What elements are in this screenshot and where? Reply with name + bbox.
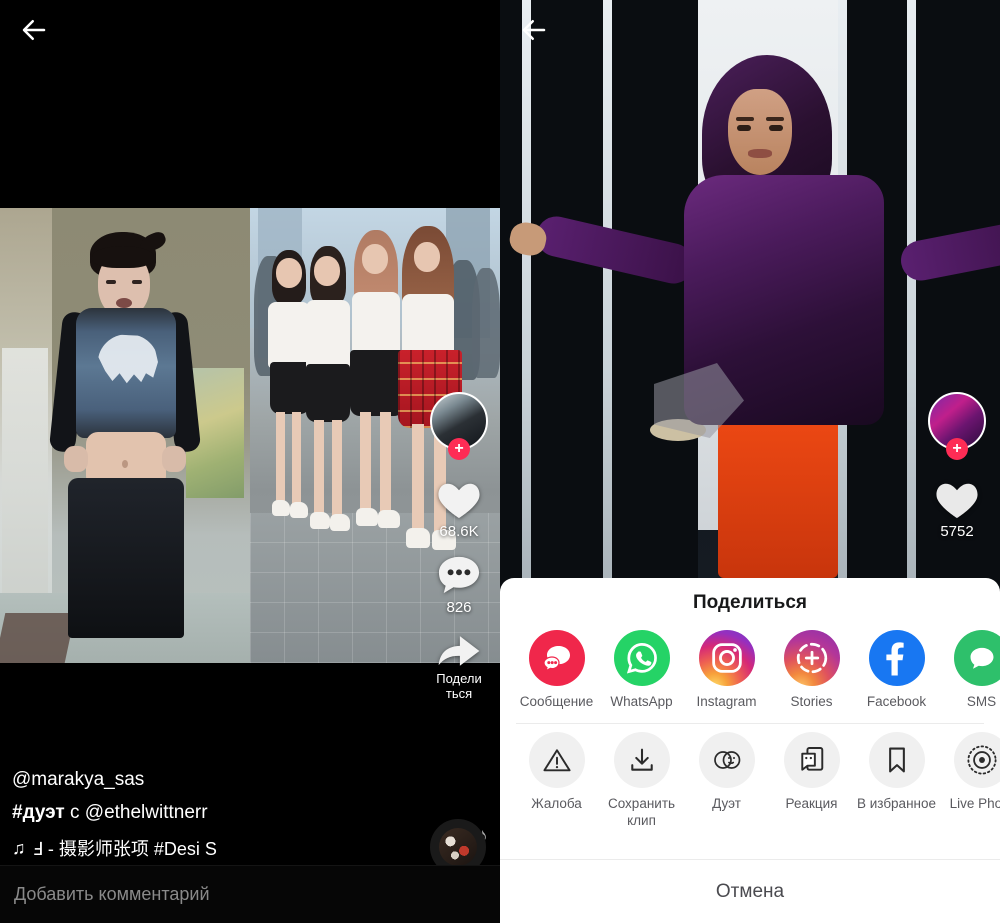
avatar[interactable]: +	[430, 392, 488, 460]
heart-icon	[936, 483, 978, 519]
follow-plus-button[interactable]: +	[448, 438, 470, 460]
share-target-label: Instagram	[696, 694, 757, 709]
action-label: Дуэт	[712, 795, 741, 811]
heart-icon	[438, 483, 480, 519]
share-target-sms[interactable]: SMS	[939, 630, 1000, 711]
music-title: Ⅎ - 摄影师张项 #Desi S	[32, 839, 217, 859]
music-note-icon: ♫	[12, 837, 26, 858]
back-arrow-icon[interactable]	[14, 10, 54, 50]
action-live-photo[interactable]: Live Photo	[939, 731, 1000, 813]
action-label: Жалоба	[531, 795, 582, 811]
whatsapp-icon	[613, 630, 670, 686]
action-label: Сохранить клип	[607, 795, 676, 828]
share-actions-row: Жалоба Сохранить клип Дуэт Реакция В изб…	[500, 724, 1000, 840]
action-duet[interactable]: Дуэт	[684, 731, 769, 813]
like-count: 5752	[940, 523, 974, 540]
share-sheet-title: Поделиться	[692, 592, 808, 613]
share-target-facebook[interactable]: Facebook	[854, 630, 939, 711]
caption-text: #дуэт с @ethelwittnerr	[12, 802, 392, 824]
caption-block: @marakya_sas #дуэт с @ethelwittnerr ♫ Ⅎ …	[12, 769, 392, 861]
cancel-button[interactable]: Отмена	[500, 859, 1000, 923]
download-icon	[613, 731, 670, 788]
action-label: В избранное	[856, 795, 936, 811]
comment-count: 826	[446, 599, 472, 616]
share-button[interactable]: Подели ться	[436, 630, 482, 701]
duet-circles-icon	[698, 731, 755, 788]
share-target-label: SMS	[966, 694, 997, 709]
share-target-stories[interactable]: Stories	[769, 630, 854, 711]
caption-music-row[interactable]: ♫ Ⅎ - 摄影师张项 #Desi S	[12, 835, 392, 861]
share-label-line1: Подели	[436, 671, 482, 686]
caption-hashtag-rest[interactable]: с @ethelwittnerr	[65, 802, 208, 823]
share-target-label: Facebook	[866, 694, 927, 709]
dual-screenshot: + 68.6K 826 Подели ться @marakya_sas #ду…	[0, 0, 1000, 923]
share-target-label: WhatsApp	[610, 694, 673, 709]
warning-triangle-icon	[528, 731, 585, 788]
share-target-instagram[interactable]: Instagram	[684, 630, 769, 711]
instagram-icon	[698, 630, 755, 686]
sms-bubble-icon	[953, 630, 1000, 686]
share-target-label: Stories	[790, 694, 833, 709]
share-bottom-sheet: Поделиться Сообщение WhatsApp Instagram …	[500, 578, 1000, 923]
action-reaction[interactable]: Реакция	[769, 731, 854, 813]
comment-input-placeholder: Добавить комментарий	[14, 884, 210, 904]
back-arrow-icon[interactable]	[514, 10, 554, 50]
like-count: 68.6K	[439, 523, 479, 540]
facebook-icon	[868, 630, 925, 686]
share-target-message[interactable]: Сообщение	[514, 630, 599, 711]
left-action-rail: + 68.6K 826 Подели ться	[428, 392, 490, 715]
caption-username[interactable]: @marakya_sas	[12, 769, 392, 791]
action-report[interactable]: Жалоба	[514, 731, 599, 813]
message-bubble-icon	[528, 630, 585, 686]
comment-input-bar[interactable]: Добавить комментарий	[0, 865, 500, 923]
share-arrow-icon	[438, 636, 480, 666]
follow-plus-button[interactable]: +	[946, 438, 968, 460]
stories-plus-icon	[783, 630, 840, 686]
comment-icon	[438, 556, 480, 594]
action-label: Live Photo	[949, 795, 1000, 811]
duet-left-clip	[0, 208, 250, 663]
right-video-panel: AY	[500, 0, 1000, 923]
like-button[interactable]: 68.6K	[436, 478, 482, 540]
caption-hashtag[interactable]: #дуэт	[12, 802, 65, 823]
like-button[interactable]: 5752	[934, 478, 980, 540]
live-photo-icon	[953, 731, 1000, 788]
right-action-rail: + 5752	[926, 392, 988, 554]
action-save-clip[interactable]: Сохранить клип	[599, 731, 684, 830]
reaction-icon	[783, 731, 840, 788]
share-apps-row: Сообщение WhatsApp Instagram Stories Fac…	[500, 620, 1000, 721]
share-target-whatsapp[interactable]: WhatsApp	[599, 630, 684, 711]
action-favorites[interactable]: В избранное	[854, 731, 939, 813]
left-video-panel: + 68.6K 826 Подели ться @marakya_sas #ду…	[0, 0, 500, 923]
share-target-label: Сообщение	[519, 694, 594, 709]
action-label: Реакция	[785, 795, 838, 811]
comment-button[interactable]: 826	[436, 554, 482, 616]
avatar[interactable]: +	[928, 392, 986, 460]
duet-video-frame[interactable]	[0, 208, 500, 663]
bookmark-icon	[868, 731, 925, 788]
share-label-line2: ться	[445, 685, 473, 701]
